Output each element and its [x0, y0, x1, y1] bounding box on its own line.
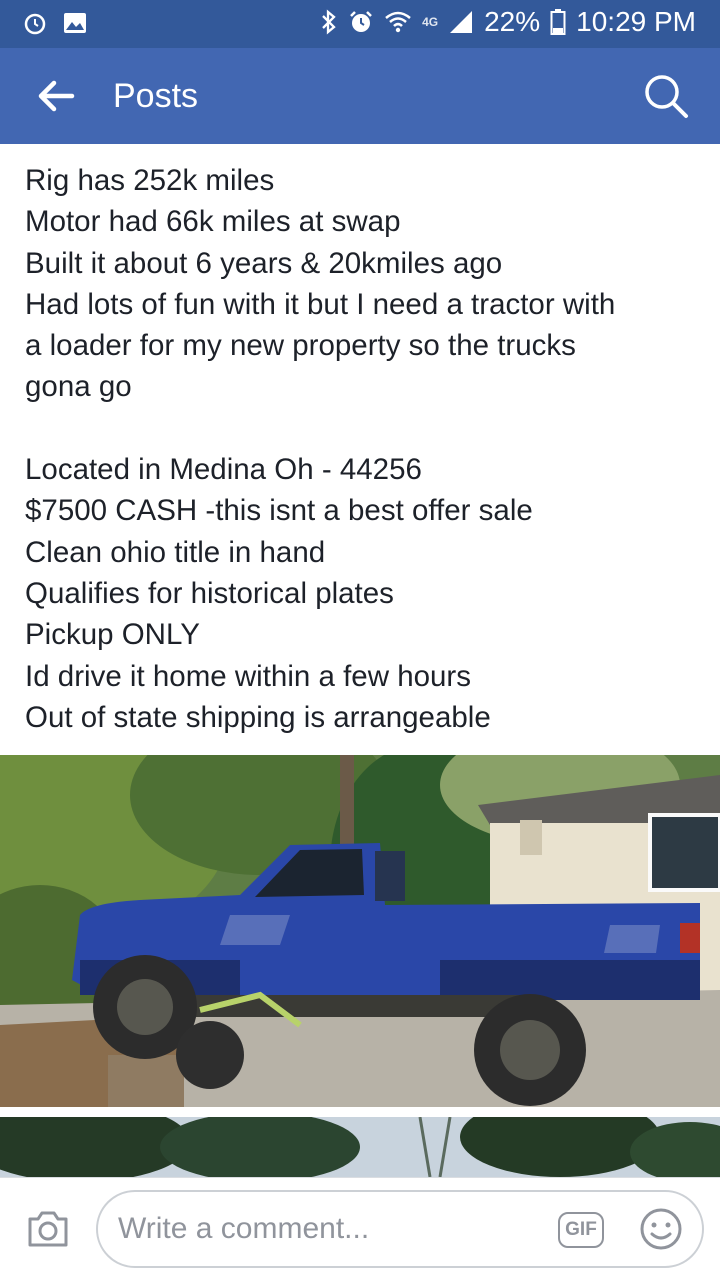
post-line: Had lots of fun with it but I need a tra… — [25, 287, 616, 321]
post-line: Rig has 252k miles — [25, 164, 275, 197]
post-line: Clean ohio title in hand — [25, 535, 326, 569]
status-notifications — [22, 10, 88, 36]
alarm-icon — [24, 13, 46, 35]
signal-icon — [450, 11, 473, 33]
post-line: $7500 CASH -this isnt a best offer sale — [25, 494, 533, 528]
wifi-icon — [385, 11, 411, 33]
post-line: Motor had 66k miles at swap — [25, 205, 401, 239]
post-line: Located in Medina Oh - 44256 — [25, 453, 422, 487]
bluetooth-icon — [322, 9, 336, 35]
post-line: Pickup ONLY — [25, 618, 200, 652]
app-bar: Posts — [0, 48, 720, 144]
post-line: Qualifies for historical plates — [25, 576, 394, 610]
post-line: gona go — [25, 370, 132, 404]
post-line: a loader for my new property so the truc… — [25, 329, 576, 363]
battery-percent: 22% — [484, 6, 541, 37]
post-line: Out of state shipping is arrangeable — [25, 700, 491, 734]
clock: 10:29 PM — [576, 6, 696, 37]
post-photo-second[interactable] — [0, 1117, 720, 1177]
back-arrow-icon[interactable] — [34, 74, 78, 118]
gif-button[interactable]: GIF — [558, 1212, 604, 1248]
page-title: Posts — [113, 77, 199, 115]
truck-photo-image — [0, 755, 720, 1107]
battery-icon — [550, 9, 566, 35]
post-line: Id drive it home within a few hours — [25, 659, 471, 693]
post-line: Built it about 6 years & 20kmiles ago — [25, 246, 503, 280]
smiley-icon[interactable] — [638, 1206, 684, 1252]
comment-bar: GIF — [0, 1177, 720, 1281]
comment-input[interactable] — [118, 1192, 538, 1266]
alarm-clock-icon — [350, 11, 372, 32]
status-indicators: 4G 22% 10:29 PM — [320, 6, 696, 38]
image-icon — [64, 13, 86, 33]
network-type: 4G — [422, 15, 439, 29]
status-bar: 4G 22% 10:29 PM — [0, 0, 720, 48]
camera-icon[interactable] — [24, 1205, 72, 1253]
post-body: Rig has 252k miles Motor had 66k miles a… — [25, 160, 705, 738]
second-photo-image — [0, 1117, 720, 1177]
search-icon[interactable] — [642, 72, 690, 120]
comment-box[interactable]: GIF — [96, 1190, 704, 1268]
post-photo-truck[interactable] — [0, 755, 720, 1107]
